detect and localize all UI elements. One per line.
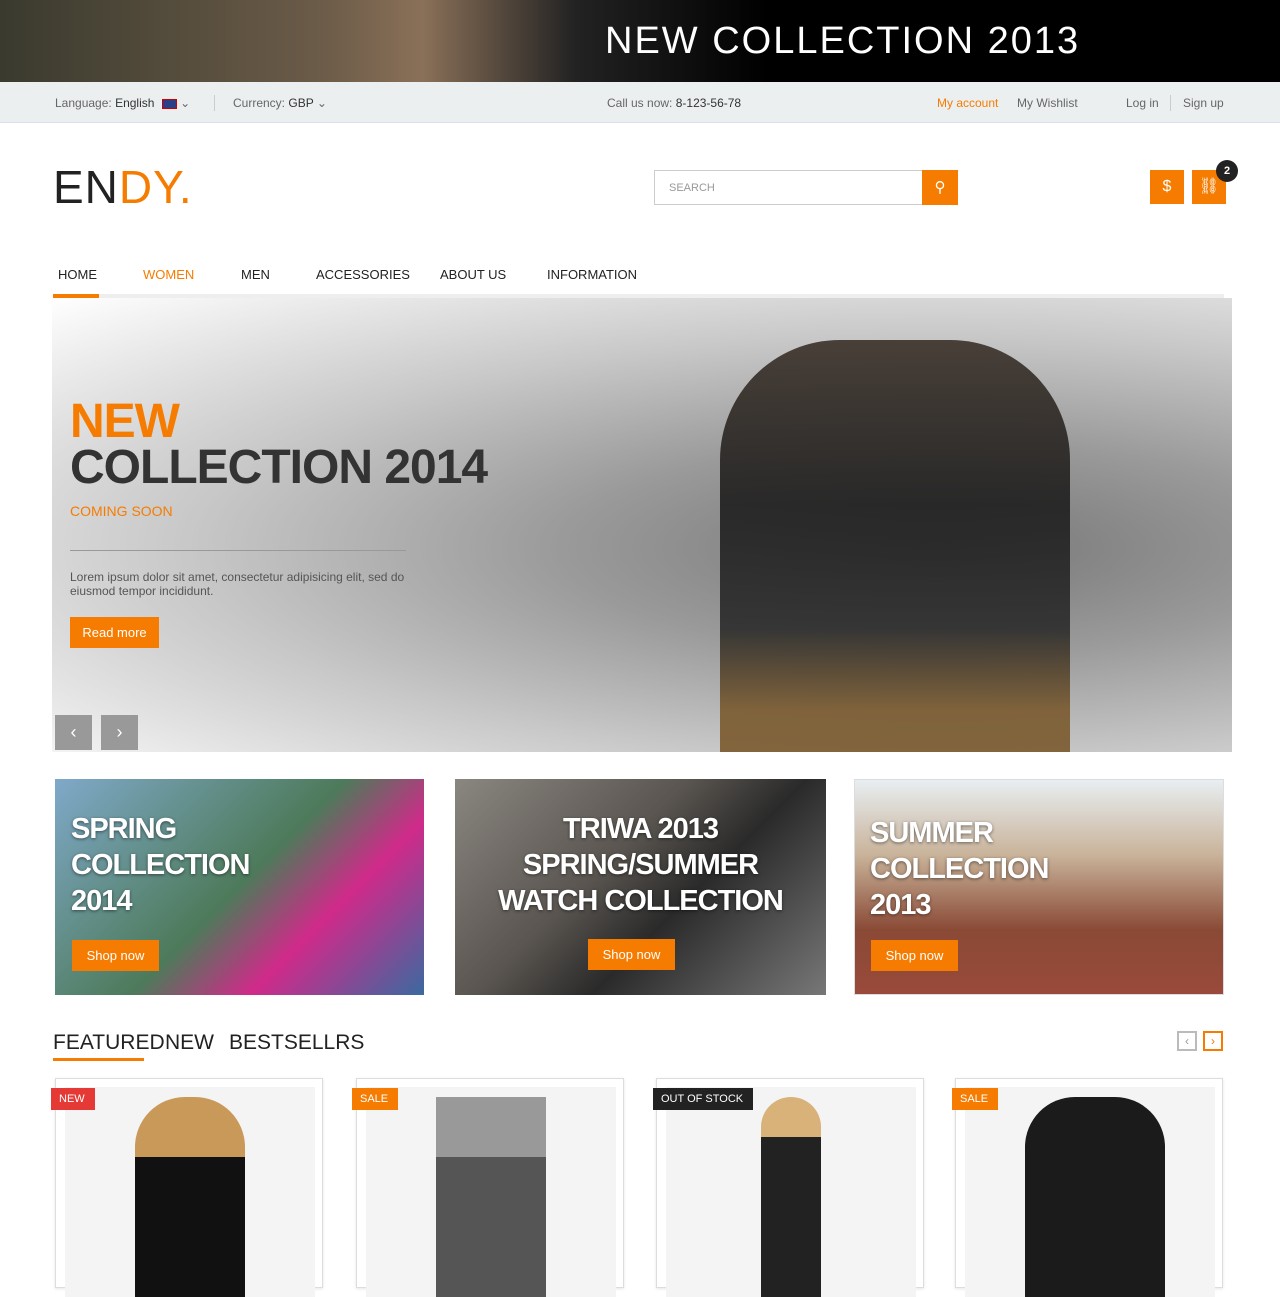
chevron-left-icon: ‹ [1185,1034,1189,1048]
dollar-icon: $ [1162,178,1172,195]
read-more-button[interactable]: Read more [70,617,159,648]
language-value: English [115,96,155,110]
nav-men[interactable]: MEN [241,267,270,282]
tab-featured[interactable]: FEATURED [53,1031,165,1055]
search-input[interactable]: SEARCH [654,170,924,205]
product-image [366,1087,616,1297]
promo-watch[interactable]: TRIWA 2013 SPRING/SUMMER WATCH COLLECTIO… [455,779,826,995]
divider [214,95,215,111]
signup-link[interactable]: Sign up [1183,96,1224,110]
tab-bestsellers[interactable]: BESTSELLRS [229,1031,364,1055]
search-icon: ⚲ [934,179,946,196]
basket-icon: ⛓ [1198,178,1220,195]
nav-information[interactable]: INFORMATION [547,267,637,282]
product-badge-out-of-stock: OUT OF STOCK [653,1088,754,1110]
chevron-down-icon: ⌄ [180,96,191,110]
hero-title: COLLECTION 2014 [70,441,488,494]
chevron-right-icon: › [1211,1034,1215,1048]
currency-value: GBP [288,96,314,110]
logo-part-1: EN [53,161,119,213]
product-image [65,1087,315,1297]
shop-now-button[interactable]: Shop now [871,940,958,971]
product-image [666,1087,916,1297]
logo-part-2: DY. [118,161,193,213]
hero-subtitle: COMING SOON [70,503,173,519]
login-link[interactable]: Log in [1126,96,1159,110]
divider [1170,95,1171,111]
hero-text: Lorem ipsum dolor sit amet, consectetur … [70,570,405,598]
wishlist-link[interactable]: My Wishlist [1017,96,1078,110]
chevron-left-icon: ‹ [70,722,77,742]
my-account-link[interactable]: My account [937,96,998,110]
currency-button[interactable]: $ [1150,170,1184,204]
search-button[interactable]: ⚲ [922,170,958,205]
hero-image [720,340,1070,752]
product-badge-sale: SALE [352,1088,399,1110]
shop-now-button[interactable]: Shop now [588,939,675,970]
chevron-right-icon: › [116,722,123,742]
call-us: Call us now: 8-123-56-78 [607,96,741,110]
slider-next-button[interactable]: › [101,715,138,750]
shop-now-button[interactable]: Shop now [72,940,159,971]
promo-title: TRIWA 2013 SPRING/SUMMER WATCH COLLECTIO… [498,813,784,917]
logo[interactable]: ENDY. [53,160,193,214]
promo-title: SUMMER COLLECTION 2013 [870,817,1050,921]
currency-label: Currency: [233,96,286,110]
product-card[interactable] [55,1078,323,1297]
language-selector[interactable]: Language: English ⌄ [55,96,190,110]
nav-women[interactable]: WOMEN [143,267,194,282]
products-next-button[interactable]: › [1203,1031,1223,1051]
nav-accessories[interactable]: ACCESSORIES [316,267,410,282]
uk-flag-icon [161,98,177,109]
product-badge-new: NEW [51,1088,95,1110]
call-label: Call us now: [607,96,673,110]
slider-prev-button[interactable]: ‹ [55,715,92,750]
currency-selector[interactable]: Currency: GBP ⌄ [233,96,327,110]
promo-title: SPRING COLLECTION 2014 [71,813,251,917]
phone-number: 8-123-56-78 [675,96,742,110]
promo-summer[interactable]: SUMMER COLLECTION 2013 Shop now [854,779,1224,995]
banner-title: NEW COLLECTION 2013 [605,20,1081,62]
product-image [965,1087,1215,1297]
hero-divider [70,550,406,551]
chevron-down-icon: ⌄ [316,96,327,110]
promo-spring[interactable]: SPRING COLLECTION 2014 Shop now [55,779,424,995]
cart-count-badge: 2 [1216,160,1238,182]
nav-home[interactable]: HOME [58,267,97,282]
products-prev-button[interactable]: ‹ [1177,1031,1197,1051]
language-label: Language: [55,96,112,110]
tab-new[interactable]: NEW [165,1031,214,1055]
nav-about-us[interactable]: ABOUT US [440,267,506,282]
product-badge-sale: SALE [952,1088,999,1110]
tab-active-indicator [53,1058,144,1061]
